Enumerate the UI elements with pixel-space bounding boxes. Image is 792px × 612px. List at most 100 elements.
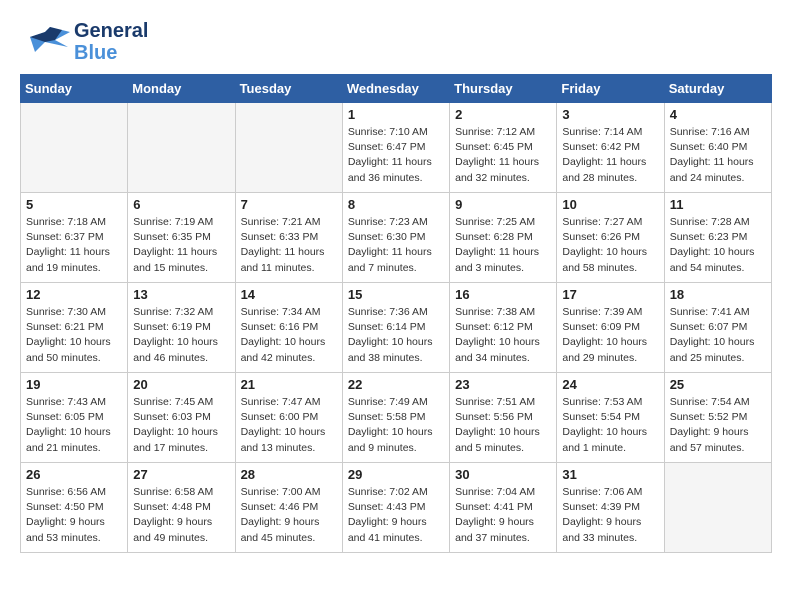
day-info: Sunrise: 7:36 AM Sunset: 6:14 PM Dayligh…: [348, 305, 444, 366]
day-number: 25: [670, 377, 766, 392]
calendar-cell: 25 Sunrise: 7:54 AM Sunset: 5:52 PM Dayli…: [664, 373, 771, 463]
day-number: 18: [670, 287, 766, 302]
day-number: 3: [562, 107, 658, 122]
calendar-cell: 20 Sunrise: 7:45 AM Sunset: 6:03 PM Dayli…: [128, 373, 235, 463]
day-info: Sunrise: 6:56 AM Sunset: 4:50 PM Dayligh…: [26, 485, 122, 546]
day-of-week-header: Wednesday: [342, 75, 449, 103]
day-number: 19: [26, 377, 122, 392]
day-number: 4: [670, 107, 766, 122]
calendar-cell: 9Sunrise: 7:25 AM Sunset: 6:28 PM Daylig…: [450, 193, 557, 283]
day-of-week-header: Thursday: [450, 75, 557, 103]
calendar-cell: 27 Sunrise: 6:58 AM Sunset: 4:48 PM Dayli…: [128, 463, 235, 553]
day-info: Sunrise: 7:16 AM Sunset: 6:40 PM Dayligh…: [670, 125, 766, 186]
calendar-cell: 16 Sunrise: 7:38 AM Sunset: 6:12 PM Dayli…: [450, 283, 557, 373]
calendar-cell: 22 Sunrise: 7:49 AM Sunset: 5:58 PM Dayli…: [342, 373, 449, 463]
day-info: Sunrise: 7:39 AM Sunset: 6:09 PM Dayligh…: [562, 305, 658, 366]
page-header: General Blue: [20, 20, 772, 64]
day-info: Sunrise: 7:34 AM Sunset: 6:16 PM Dayligh…: [241, 305, 337, 366]
day-number: 26: [26, 467, 122, 482]
calendar-cell: 11 Sunrise: 7:28 AM Sunset: 6:23 PM Dayli…: [664, 193, 771, 283]
calendar-cell: 26 Sunrise: 6:56 AM Sunset: 4:50 PM Dayli…: [21, 463, 128, 553]
calendar-cell: 24 Sunrise: 7:53 AM Sunset: 5:54 PM Dayli…: [557, 373, 664, 463]
day-number: 16: [455, 287, 551, 302]
calendar-cell: 4 Sunrise: 7:16 AM Sunset: 6:40 PM Daylig…: [664, 103, 771, 193]
day-info: Sunrise: 7:04 AM Sunset: 4:41 PM Dayligh…: [455, 485, 551, 546]
day-info: Sunrise: 7:12 AM Sunset: 6:45 PM Dayligh…: [455, 125, 551, 186]
day-of-week-header: Monday: [128, 75, 235, 103]
day-number: 6: [133, 197, 229, 212]
day-info: Sunrise: 7:21 AM Sunset: 6:33 PM Dayligh…: [241, 215, 337, 276]
calendar-table: SundayMondayTuesdayWednesdayThursdayFrid…: [20, 74, 772, 553]
calendar-cell: 12 Sunrise: 7:30 AM Sunset: 6:21 PM Dayli…: [21, 283, 128, 373]
day-number: 24: [562, 377, 658, 392]
day-number: 27: [133, 467, 229, 482]
calendar-cell: 3 Sunrise: 7:14 AM Sunset: 6:42 PM Daylig…: [557, 103, 664, 193]
day-info: Sunrise: 6:58 AM Sunset: 4:48 PM Dayligh…: [133, 485, 229, 546]
day-info: Sunrise: 7:45 AM Sunset: 6:03 PM Dayligh…: [133, 395, 229, 456]
calendar-cell: 23Sunrise: 7:51 AM Sunset: 5:56 PM Dayli…: [450, 373, 557, 463]
day-info: Sunrise: 7:14 AM Sunset: 6:42 PM Dayligh…: [562, 125, 658, 186]
day-number: 22: [348, 377, 444, 392]
day-number: 10: [562, 197, 658, 212]
day-info: Sunrise: 7:00 AM Sunset: 4:46 PM Dayligh…: [241, 485, 337, 546]
day-info: Sunrise: 7:32 AM Sunset: 6:19 PM Dayligh…: [133, 305, 229, 366]
day-of-week-header: Sunday: [21, 75, 128, 103]
logo-general: General: [74, 20, 148, 42]
day-number: 15: [348, 287, 444, 302]
calendar-cell: 2 Sunrise: 7:12 AM Sunset: 6:45 PM Daylig…: [450, 103, 557, 193]
day-info: Sunrise: 7:28 AM Sunset: 6:23 PM Dayligh…: [670, 215, 766, 276]
day-number: 12: [26, 287, 122, 302]
day-info: Sunrise: 7:49 AM Sunset: 5:58 PM Dayligh…: [348, 395, 444, 456]
calendar-cell: [128, 103, 235, 193]
calendar-cell: 18 Sunrise: 7:41 AM Sunset: 6:07 PM Dayli…: [664, 283, 771, 373]
logo-blue: Blue: [74, 42, 148, 64]
day-info: Sunrise: 7:43 AM Sunset: 6:05 PM Dayligh…: [26, 395, 122, 456]
calendar-cell: 29 Sunrise: 7:02 AM Sunset: 4:43 PM Dayli…: [342, 463, 449, 553]
calendar-cell: 7 Sunrise: 7:21 AM Sunset: 6:33 PM Daylig…: [235, 193, 342, 283]
day-info: Sunrise: 7:02 AM Sunset: 4:43 PM Dayligh…: [348, 485, 444, 546]
calendar-cell: 14 Sunrise: 7:34 AM Sunset: 6:16 PM Dayli…: [235, 283, 342, 373]
day-info: Sunrise: 7:18 AM Sunset: 6:37 PM Dayligh…: [26, 215, 122, 276]
calendar-cell: 13Sunrise: 7:32 AM Sunset: 6:19 PM Dayli…: [128, 283, 235, 373]
day-info: Sunrise: 7:54 AM Sunset: 5:52 PM Dayligh…: [670, 395, 766, 456]
day-number: 2: [455, 107, 551, 122]
day-number: 29: [348, 467, 444, 482]
day-number: 7: [241, 197, 337, 212]
day-number: 11: [670, 197, 766, 212]
day-number: 30: [455, 467, 551, 482]
calendar-cell: 8 Sunrise: 7:23 AM Sunset: 6:30 PM Daylig…: [342, 193, 449, 283]
calendar-cell: 6Sunrise: 7:19 AM Sunset: 6:35 PM Daylig…: [128, 193, 235, 283]
day-number: 28: [241, 467, 337, 482]
day-of-week-header: Saturday: [664, 75, 771, 103]
day-info: Sunrise: 7:30 AM Sunset: 6:21 PM Dayligh…: [26, 305, 122, 366]
calendar-cell: [235, 103, 342, 193]
logo-icon: [20, 22, 70, 62]
day-number: 8: [348, 197, 444, 212]
day-number: 17: [562, 287, 658, 302]
calendar-cell: 21Sunrise: 7:47 AM Sunset: 6:00 PM Dayli…: [235, 373, 342, 463]
day-of-week-header: Friday: [557, 75, 664, 103]
day-info: Sunrise: 7:10 AM Sunset: 6:47 PM Dayligh…: [348, 125, 444, 186]
calendar-cell: 17 Sunrise: 7:39 AM Sunset: 6:09 PM Dayli…: [557, 283, 664, 373]
calendar-cell: 10Sunrise: 7:27 AM Sunset: 6:26 PM Dayli…: [557, 193, 664, 283]
day-info: Sunrise: 7:23 AM Sunset: 6:30 PM Dayligh…: [348, 215, 444, 276]
day-number: 20: [133, 377, 229, 392]
calendar-cell: 30 Sunrise: 7:04 AM Sunset: 4:41 PM Dayli…: [450, 463, 557, 553]
calendar-cell: 28 Sunrise: 7:00 AM Sunset: 4:46 PM Dayli…: [235, 463, 342, 553]
day-number: 5: [26, 197, 122, 212]
day-number: 31: [562, 467, 658, 482]
day-info: Sunrise: 7:41 AM Sunset: 6:07 PM Dayligh…: [670, 305, 766, 366]
calendar-cell: 31 Sunrise: 7:06 AM Sunset: 4:39 PM Dayli…: [557, 463, 664, 553]
day-info: Sunrise: 7:38 AM Sunset: 6:12 PM Dayligh…: [455, 305, 551, 366]
day-number: 21: [241, 377, 337, 392]
day-number: 14: [241, 287, 337, 302]
calendar-cell: 5 Sunrise: 7:18 AM Sunset: 6:37 PM Daylig…: [21, 193, 128, 283]
day-info: Sunrise: 7:53 AM Sunset: 5:54 PM Dayligh…: [562, 395, 658, 456]
day-info: Sunrise: 7:51 AM Sunset: 5:56 PM Dayligh…: [455, 395, 551, 456]
calendar-cell: 1Sunrise: 7:10 AM Sunset: 6:47 PM Daylig…: [342, 103, 449, 193]
day-info: Sunrise: 7:06 AM Sunset: 4:39 PM Dayligh…: [562, 485, 658, 546]
calendar-cell: 19 Sunrise: 7:43 AM Sunset: 6:05 PM Dayli…: [21, 373, 128, 463]
day-number: 9: [455, 197, 551, 212]
day-of-week-header: Tuesday: [235, 75, 342, 103]
calendar-cell: 15 Sunrise: 7:36 AM Sunset: 6:14 PM Dayli…: [342, 283, 449, 373]
